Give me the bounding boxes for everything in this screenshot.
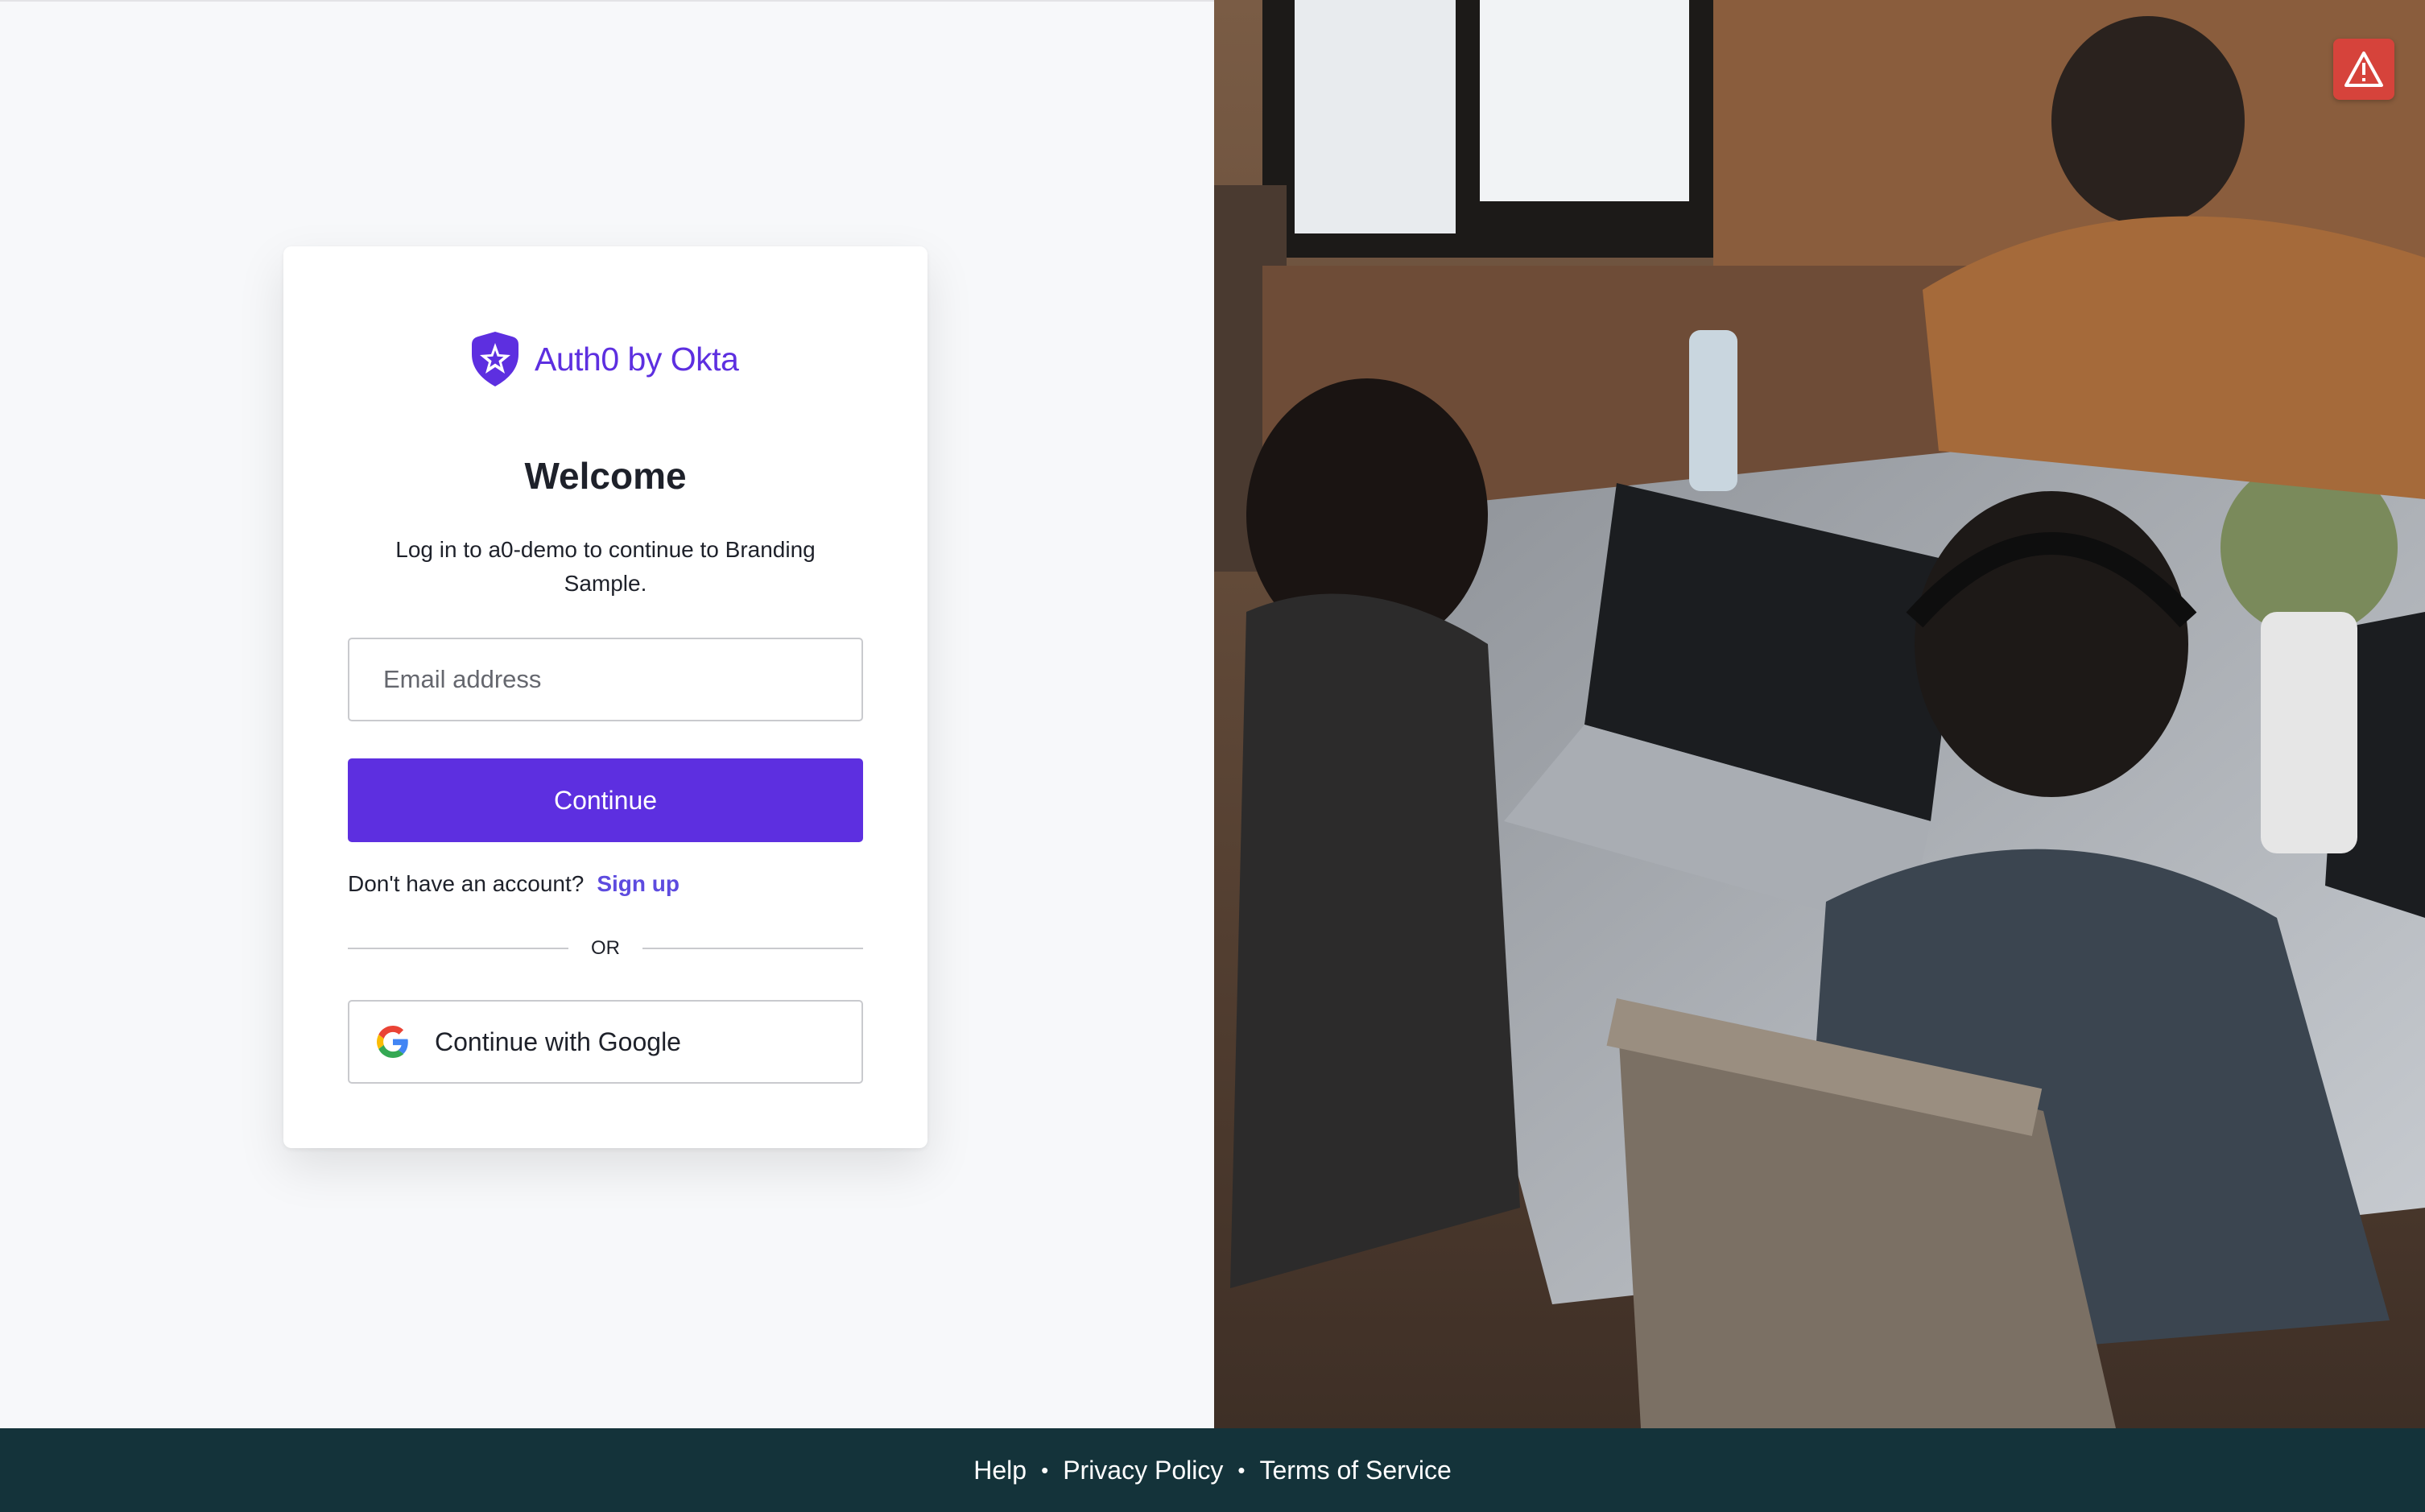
background-photo [1214, 0, 2425, 1428]
page-title: Welcome [524, 455, 687, 497]
signup-row: Don't have an account? Sign up [348, 871, 680, 897]
footer-link-terms-of-service[interactable]: Terms of Service [1259, 1456, 1451, 1485]
footer-separator-dot: • [1041, 1457, 1049, 1482]
footer: Help • Privacy Policy • Terms of Service [0, 1428, 2425, 1512]
login-subtitle: Log in to a0-demo to continue to Brandin… [395, 537, 816, 596]
warning-button[interactable] [2333, 39, 2394, 100]
signup-link[interactable]: Sign up [597, 871, 680, 897]
no-account-text: Don't have an account? [348, 871, 585, 896]
warning-icon [2344, 52, 2383, 87]
auth0-shield-icon [472, 332, 518, 386]
brand-logo: Auth0 by Okta [470, 330, 739, 388]
divider-line-left [348, 948, 568, 949]
left-panel: Auth0 by Okta Welcome Log in to a0-demo … [0, 0, 1214, 1428]
email-field[interactable] [348, 638, 863, 721]
divider-text: OR [591, 937, 620, 959]
google-button-label: Continue with Google [435, 1027, 681, 1056]
footer-link-privacy-policy[interactable]: Privacy Policy [1063, 1456, 1223, 1485]
office-photo-image [1214, 0, 2425, 1428]
footer-link-help[interactable]: Help [973, 1456, 1027, 1485]
or-divider: OR [348, 932, 863, 965]
login-card: Auth0 by Okta Welcome Log in to a0-demo … [283, 246, 927, 1148]
google-icon [377, 1026, 408, 1058]
google-login-button[interactable]: Continue with Google [348, 1000, 863, 1084]
footer-separator-dot: • [1237, 1457, 1246, 1482]
brand-name: Auth0 by Okta [535, 340, 739, 378]
divider-line-right [642, 948, 863, 949]
continue-button[interactable]: Continue [348, 758, 863, 842]
